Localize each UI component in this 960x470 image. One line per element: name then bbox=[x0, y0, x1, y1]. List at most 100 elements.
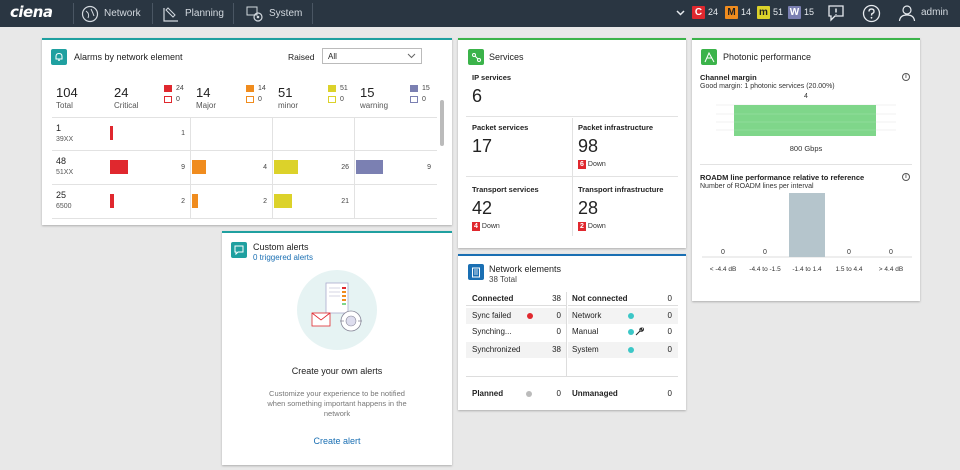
minor-bar[interactable] bbox=[274, 160, 298, 174]
ne-alarm-count[interactable]: 48 bbox=[56, 156, 66, 166]
transport-infrastructure-down[interactable]: 2 Down bbox=[578, 222, 606, 231]
system-count[interactable]: 0 bbox=[652, 345, 672, 354]
roadm-bar[interactable] bbox=[789, 193, 825, 257]
manual-count[interactable]: 0 bbox=[652, 327, 672, 336]
minor-alarm-badge[interactable]: m bbox=[757, 6, 770, 19]
create-alerts-description: Customize your experience to be notified… bbox=[267, 389, 407, 418]
transport-services-label: Transport services bbox=[472, 185, 539, 194]
packet-infrastructure-count[interactable]: 98 bbox=[578, 136, 598, 157]
major-alarm-count: 14 bbox=[741, 7, 752, 17]
minor-alarm-total[interactable]: 51 bbox=[278, 85, 292, 100]
synching-label: Synching... bbox=[472, 327, 512, 336]
critical-bar[interactable] bbox=[110, 160, 128, 174]
system-label: System bbox=[572, 345, 599, 354]
user-avatar-icon[interactable] bbox=[898, 4, 916, 22]
critical-raised-count: 24 bbox=[176, 85, 184, 92]
packet-infrastructure-down[interactable]: 6 Down bbox=[578, 160, 606, 169]
roadm-category-label: < -4.4 dB bbox=[710, 266, 737, 273]
critical-alarm-count: 24 bbox=[708, 7, 719, 17]
ip-services-count[interactable]: 6 bbox=[472, 86, 482, 107]
warning-bar[interactable] bbox=[356, 160, 383, 174]
nav-divider bbox=[233, 3, 234, 24]
total-alarm-count[interactable]: 104 bbox=[56, 85, 78, 100]
info-icon[interactable]: i bbox=[902, 73, 910, 81]
photonic-performance-card: Photonic performance Channel margin Good… bbox=[692, 38, 920, 301]
connected-label: Connected bbox=[472, 294, 514, 303]
major-alarm-label: Major bbox=[196, 101, 217, 110]
nav-system[interactable]: System bbox=[246, 0, 302, 27]
roadm-bar-chart[interactable]: 0 < -4.4 dB 0 -4.4 to -1.5 3 -1.4 to 1.4 0 1.5 … bbox=[696, 190, 916, 290]
critical-bar-value: 2 bbox=[181, 198, 185, 205]
top-navigation-bar: ciena Network Planning System C 24 M 14 … bbox=[0, 0, 960, 27]
critical-alarm-badge[interactable]: C bbox=[692, 6, 705, 19]
major-alarm-badge[interactable]: M bbox=[725, 6, 738, 19]
critical-alarm-total[interactable]: 24 bbox=[114, 85, 128, 100]
total-alarm-label: Total bbox=[56, 101, 73, 110]
transport-services-down[interactable]: 4 Down bbox=[472, 222, 500, 231]
raised-swatch bbox=[164, 85, 172, 92]
channel-margin-bar[interactable] bbox=[716, 102, 896, 138]
sync-failed-count[interactable]: 0 bbox=[541, 311, 561, 320]
planned-count[interactable]: 0 bbox=[541, 389, 561, 398]
row-divider bbox=[52, 117, 437, 118]
ne-alarm-count[interactable]: 25 bbox=[56, 190, 66, 200]
chevron-down-icon bbox=[407, 53, 416, 59]
scrollbar-thumb[interactable] bbox=[440, 100, 444, 146]
roadm-bar-value: 0 bbox=[847, 249, 851, 256]
ciena-logo[interactable]: ciena bbox=[10, 3, 53, 21]
major-bar[interactable] bbox=[192, 160, 206, 174]
user-name[interactable]: admin bbox=[921, 7, 948, 18]
info-icon[interactable]: i bbox=[902, 173, 910, 181]
roadm-category-label: -1.4 to 1.4 bbox=[792, 266, 822, 273]
critical-bar[interactable] bbox=[110, 194, 114, 208]
triggered-alerts-link[interactable]: 0 triggered alerts bbox=[253, 253, 313, 262]
chevron-down-icon[interactable] bbox=[676, 8, 685, 17]
create-alert-button[interactable]: Create alert bbox=[222, 436, 452, 446]
feedback-message-icon[interactable] bbox=[827, 4, 845, 22]
row-divider bbox=[52, 150, 437, 151]
synching-count[interactable]: 0 bbox=[541, 327, 561, 336]
wrench-icon bbox=[635, 327, 644, 336]
bell-icon bbox=[51, 49, 67, 65]
roadm-category-label: 1.5 to 4.4 bbox=[835, 266, 862, 273]
planned-status-dot bbox=[526, 391, 532, 397]
down-label: Down bbox=[587, 223, 606, 230]
synchronized-count[interactable]: 38 bbox=[541, 345, 561, 354]
transport-infrastructure-count[interactable]: 28 bbox=[578, 198, 598, 219]
warning-alarm-badge[interactable]: W bbox=[788, 6, 801, 19]
network-status-dot bbox=[628, 313, 634, 319]
system-status-dot bbox=[628, 347, 634, 353]
minor-cleared-count: 0 bbox=[340, 96, 344, 103]
network-count[interactable]: 0 bbox=[652, 311, 672, 320]
roadm-bar-value: 0 bbox=[763, 249, 767, 256]
minor-bar[interactable] bbox=[274, 194, 292, 208]
nav-planning[interactable]: Planning bbox=[162, 0, 224, 27]
help-icon[interactable] bbox=[862, 4, 881, 23]
network-elements-total: 38 Total bbox=[489, 275, 517, 284]
nav-network[interactable]: Network bbox=[81, 0, 141, 27]
connected-count[interactable]: 38 bbox=[541, 294, 561, 303]
not-connected-count[interactable]: 0 bbox=[652, 294, 672, 303]
warning-raised-count: 15 bbox=[422, 85, 430, 92]
critical-bar[interactable] bbox=[110, 126, 113, 140]
column-divider bbox=[572, 118, 573, 236]
custom-alert-icon bbox=[231, 242, 247, 258]
transport-services-count[interactable]: 42 bbox=[472, 198, 492, 219]
warning-alarm-count: 15 bbox=[804, 7, 815, 17]
ne-alarm-count[interactable]: 1 bbox=[56, 123, 61, 133]
network-elements-card: Network elements 38 Total Connected 38 S… bbox=[458, 254, 686, 410]
packet-services-count[interactable]: 17 bbox=[472, 136, 492, 157]
manual-label: Manual bbox=[572, 327, 599, 336]
nav-network-label: Network bbox=[104, 8, 141, 19]
raised-swatch bbox=[328, 85, 336, 92]
row-divider bbox=[52, 184, 437, 185]
major-alarm-total[interactable]: 14 bbox=[196, 85, 210, 100]
major-bar[interactable] bbox=[192, 194, 198, 208]
warning-alarm-total[interactable]: 15 bbox=[360, 85, 374, 100]
unmanaged-count[interactable]: 0 bbox=[652, 389, 672, 398]
raised-swatch bbox=[246, 85, 254, 92]
raised-filter-value: All bbox=[328, 52, 337, 61]
raised-filter-select[interactable]: All bbox=[322, 48, 422, 64]
create-alerts-heading: Create your own alerts bbox=[291, 366, 383, 376]
nav-divider bbox=[73, 3, 74, 24]
